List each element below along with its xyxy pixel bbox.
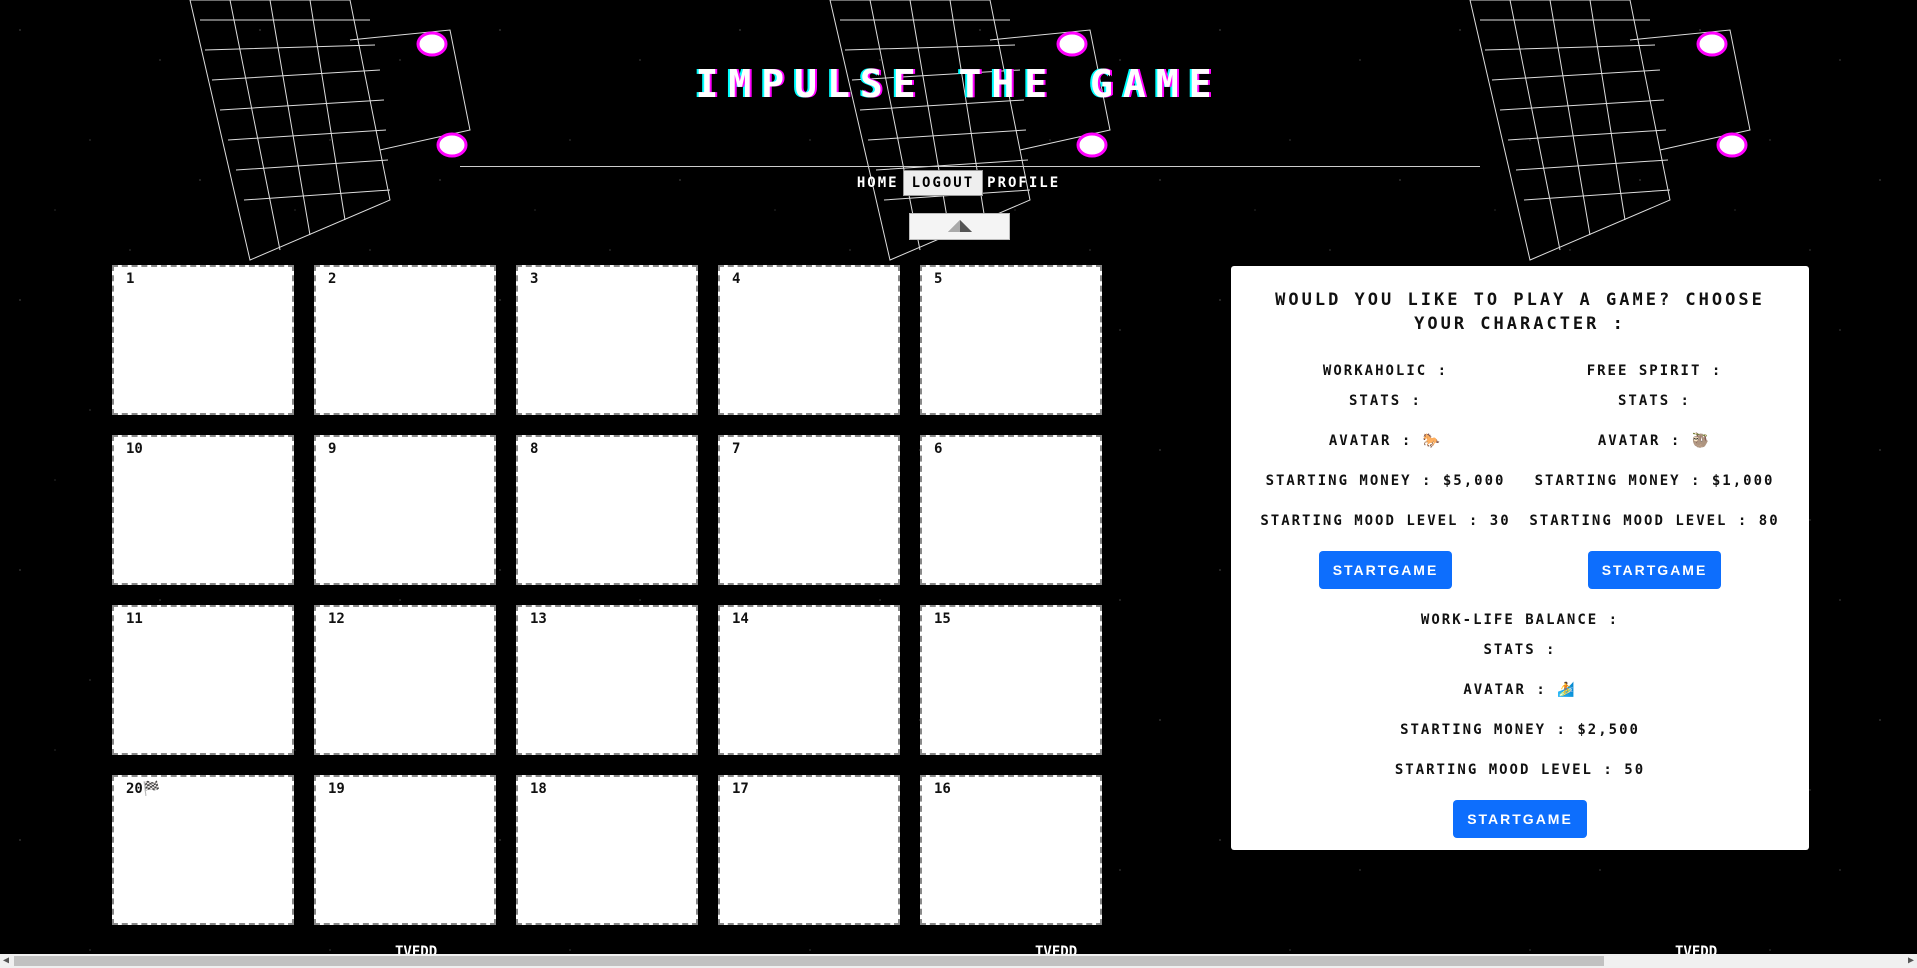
starting-money: STARTING MONEY : $1,000 xyxy=(1534,473,1775,489)
start-game-button[interactable]: STARTGAME xyxy=(1318,551,1453,589)
character-name: WORKAHOLIC : xyxy=(1322,363,1449,379)
pyramid-toggle-button[interactable] xyxy=(909,213,1010,240)
starting-money: STARTING MONEY : $2,500 xyxy=(1400,722,1640,738)
board-cell: 15 xyxy=(920,605,1102,755)
flag-icon: 🏁 xyxy=(142,781,161,797)
character-stats-label: STATS : xyxy=(1348,393,1422,409)
board-cell: 17 xyxy=(718,775,900,925)
character-free-spirit: FREE SPIRIT : STATS : AVATAR : 🦥 STARTIN… xyxy=(1520,358,1789,589)
character-stats-label: STATS : xyxy=(1483,642,1557,658)
avatar-label: AVATAR : xyxy=(1328,433,1413,449)
character-stats-label: STATS : xyxy=(1617,393,1691,409)
board-cell: 16 xyxy=(920,775,1102,925)
game-board: 1 2 3 4 5 10 9 8 7 6 11 12 13 14 15 20🏁 … xyxy=(112,265,1102,925)
surfer-icon: 🏄 xyxy=(1557,682,1577,698)
scroll-right-icon[interactable]: ▶ xyxy=(1908,954,1914,968)
board-cell: 2 xyxy=(314,265,496,415)
board-cell: 12 xyxy=(314,605,496,755)
board-cell: 11 xyxy=(112,605,294,755)
character-work-life-balance: WORK-LIFE BALANCE : STATS : AVATAR : 🏄 S… xyxy=(1231,607,1809,838)
nav-profile-link[interactable]: PROFILE xyxy=(983,175,1064,191)
starting-mood: STARTING MOOD LEVEL : 50 xyxy=(1394,762,1646,778)
character-name: FREE SPIRIT : xyxy=(1586,363,1723,379)
top-nav: HOME LOGOUT PROFILE xyxy=(0,170,1917,196)
header-divider xyxy=(460,166,1480,167)
board-cell: 1 xyxy=(112,265,294,415)
board-cell: 10 xyxy=(112,435,294,585)
logout-button[interactable]: LOGOUT xyxy=(902,170,984,196)
board-cell: 18 xyxy=(516,775,698,925)
board-cell: 8 xyxy=(516,435,698,585)
panel-title: WOULD YOU LIKE TO PLAY A GAME? CHOOSE YO… xyxy=(1275,290,1765,334)
board-cell: 19 xyxy=(314,775,496,925)
horse-icon: 🐎 xyxy=(1422,433,1443,449)
board-cell: 3 xyxy=(516,265,698,415)
pyramid-icon xyxy=(947,219,972,232)
board-cell: 9 xyxy=(314,435,496,585)
horizontal-scrollbar[interactable]: ◀ ▶ xyxy=(0,954,1917,968)
starting-mood: STARTING MOOD LEVEL : 30 xyxy=(1260,513,1511,529)
board-cell-finish: 20🏁 xyxy=(112,775,294,925)
board-cell: 7 xyxy=(718,435,900,585)
start-game-button[interactable]: STARTGAME xyxy=(1453,800,1587,838)
board-cell: 6 xyxy=(920,435,1102,585)
starting-money: STARTING MONEY : $5,000 xyxy=(1265,473,1506,489)
board-cell: 5 xyxy=(920,265,1102,415)
scroll-left-icon[interactable]: ◀ xyxy=(3,954,9,968)
avatar-label: AVATAR : xyxy=(1597,433,1682,449)
board-cell: 13 xyxy=(516,605,698,755)
avatar-label: AVATAR : xyxy=(1463,682,1547,698)
starting-mood: STARTING MOOD LEVEL : 80 xyxy=(1529,513,1780,529)
nav-home-link[interactable]: HOME xyxy=(853,175,903,191)
character-name: WORK-LIFE BALANCE : xyxy=(1420,612,1620,628)
board-cell: 14 xyxy=(718,605,900,755)
board-cell: 4 xyxy=(718,265,900,415)
sloth-icon: 🦥 xyxy=(1691,433,1712,449)
character-select-panel: WOULD YOU LIKE TO PLAY A GAME? CHOOSE YO… xyxy=(1231,266,1809,850)
scrollbar-thumb[interactable] xyxy=(14,956,1604,966)
start-game-button[interactable]: STARTGAME xyxy=(1587,551,1722,589)
character-workaholic: WORKAHOLIC : STATS : AVATAR : 🐎 STARTING… xyxy=(1251,358,1520,589)
page-title: IMPULSE THE GAME xyxy=(695,62,1222,106)
